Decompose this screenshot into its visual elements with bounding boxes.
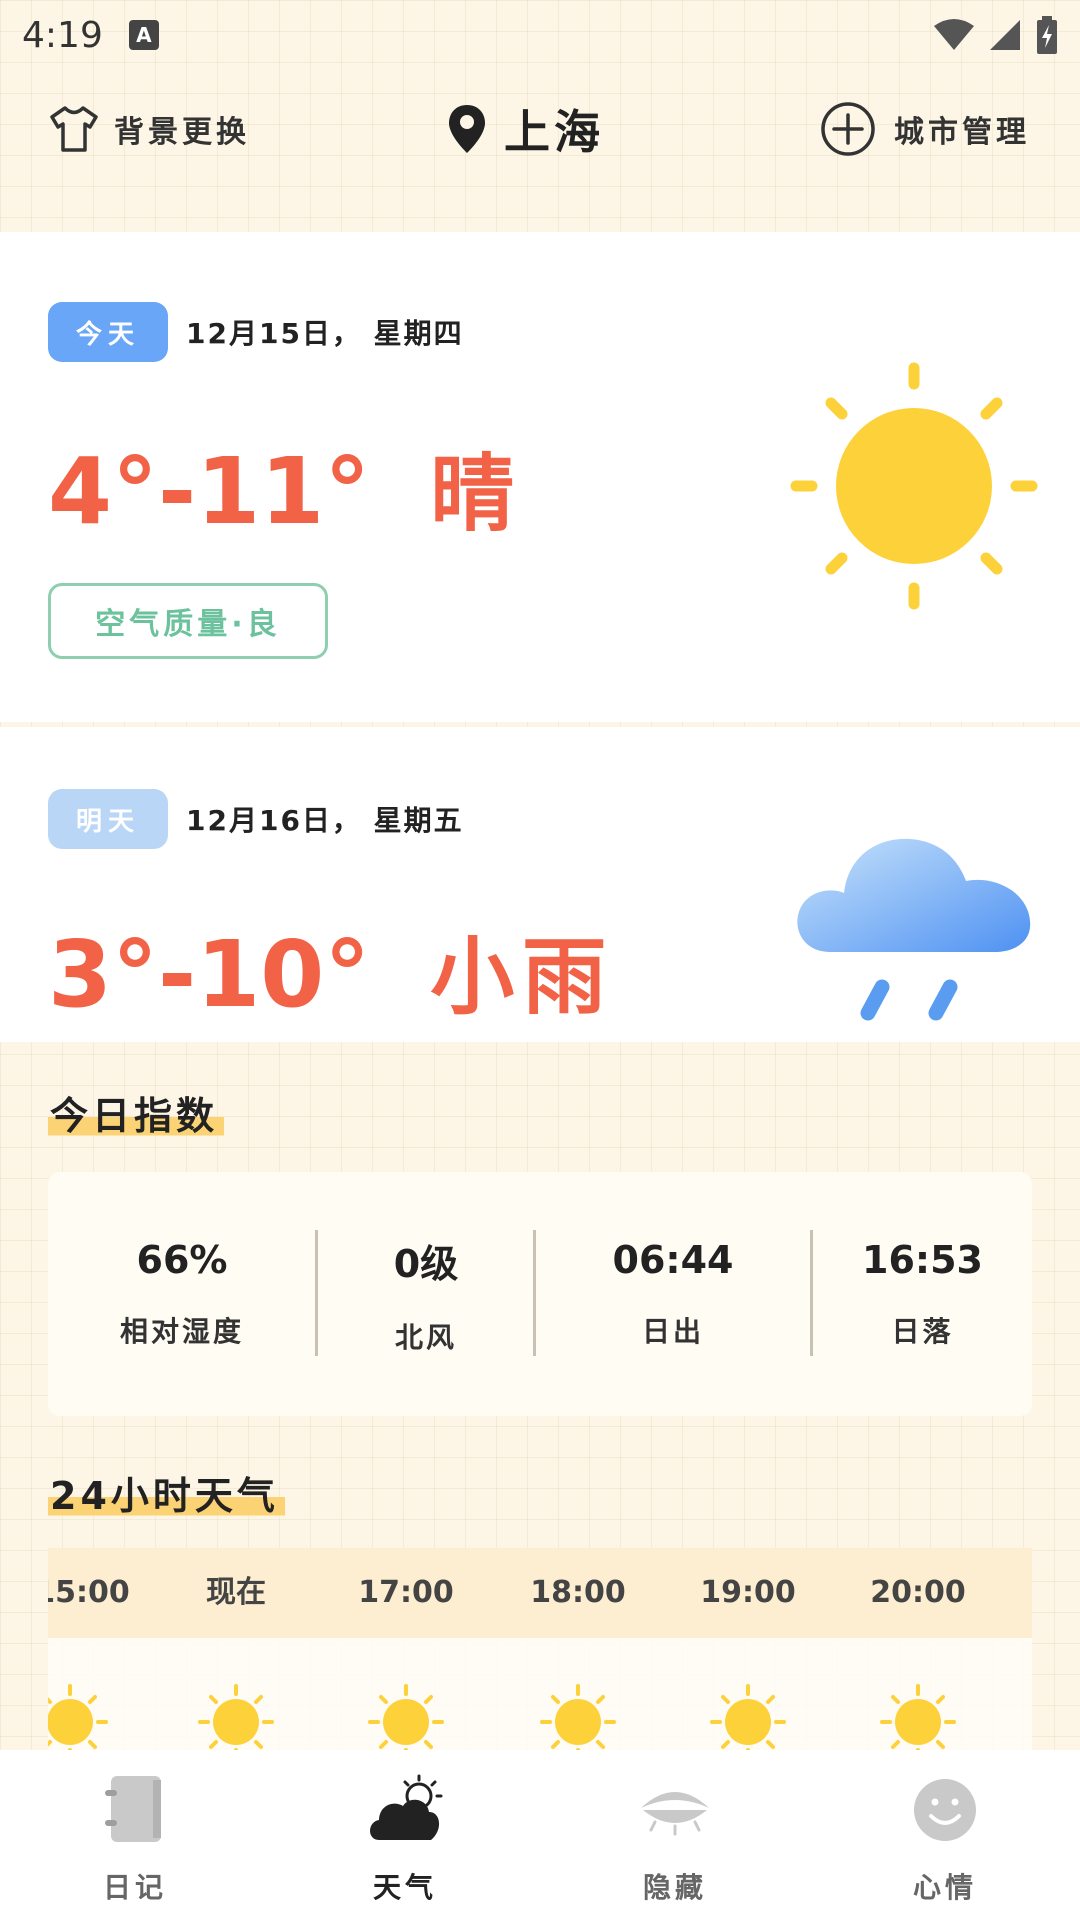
city-name: 上海 [504,105,604,159]
humidity-value: 66% [136,1238,228,1282]
tomorrow-temperature-line: 3°-10° 小雨 [48,910,614,1031]
index-sunset: 16:53 日落 [813,1172,1032,1416]
nav-label-diary: 日记 [102,1871,167,1904]
index-humidity: 66% 相对湿度 [48,1172,316,1416]
nav-item-diary[interactable]: 日记 [35,1750,235,1920]
today-condition: 晴 [430,445,523,543]
nav-label-weather: 天气 [372,1871,437,1904]
signal-icon [990,20,1020,50]
wind-value: 0级 [393,1241,459,1286]
top-header: 背景更换 上海 城市管理 [0,84,1080,174]
sun-icon [710,1684,786,1750]
battery-icon [1037,16,1057,54]
status-time: 4:19 [22,14,103,56]
a-icon: A [128,20,159,50]
city-selector[interactable]: 上海 [446,96,604,162]
sunset-value: 16:53 [862,1238,983,1282]
air-quality-badge[interactable]: 空气质量·良 [48,583,328,659]
bottom-nav: 日记 天气 隐藏 心情 [0,1750,1080,1920]
hidden-icon [641,1792,709,1836]
sun-icon [48,1684,108,1750]
sun-icon [198,1684,274,1750]
today-weather-card[interactable]: 今天 12月15日， 星期四 4°-11° 晴 空气质量·良 [0,232,1080,722]
today-temperature: 4°-11° [48,438,371,545]
index-sunrise: 06:44 日出 [536,1172,810,1416]
nav-label-hidden: 隐藏 [642,1871,707,1904]
sun-icon [368,1684,444,1750]
tomorrow-date: 12月16日， 星期五 [186,804,464,837]
sunrise-value: 06:44 [612,1238,734,1282]
hour-label: 现在 [206,1575,266,1610]
hour-label: 17:00 [358,1575,454,1610]
nav-item-weather[interactable]: 天气 [305,1750,505,1920]
today-badge: 今天 [48,302,168,362]
diary-icon [105,1776,161,1842]
city-manage-label: 城市管理 [894,115,1030,150]
weather-icon [370,1774,443,1840]
hourly-icon-row[interactable] [48,1638,1032,1750]
nav-item-hidden[interactable]: 隐藏 [575,1750,775,1920]
sunrise-label: 日出 [641,1315,704,1348]
status-icons [934,16,1058,54]
indices-title: 今日指数 [48,1085,225,1140]
today-date-row: 今天 12月15日， 星期四 [48,302,464,362]
tomorrow-condition: 小雨 [430,928,615,1026]
sun-icon [790,362,1038,610]
today-temperature-line: 4°-11° 晴 [48,427,522,548]
location-pin-icon [449,105,485,153]
hour-label: 20:00 [870,1575,966,1610]
hourly-time-row[interactable]: 15:00 现在 17:00 18:00 19:00 20:00 [48,1548,1032,1638]
hour-label: 18:00 [530,1575,626,1610]
index-wind: 0级 北风 [318,1172,534,1416]
nav-item-mood[interactable]: 心情 [845,1750,1045,1920]
sun-icon [540,1684,616,1750]
change-background-label: 背景更换 [114,115,250,150]
tomorrow-badge: 明天 [48,789,168,849]
hour-label: 19:00 [700,1575,796,1610]
rain-cloud-icon [797,838,1031,1021]
tomorrow-date-row: 明天 12月16日， 星期五 [48,789,464,849]
sun-icon [880,1684,956,1750]
tomorrow-weather-card[interactable]: 明天 12月16日， 星期五 3°-10° 小雨 [0,727,1080,1042]
hourly-title: 24小时天气 [48,1465,285,1520]
add-circle-icon [821,102,875,156]
mood-icon [914,1779,976,1841]
humidity-label: 相对湿度 [119,1315,244,1348]
hour-label: 15:00 [48,1575,130,1610]
wind-label: 北风 [394,1320,457,1354]
city-manage-button[interactable]: 城市管理 [820,101,1030,157]
nav-label-mood: 心情 [912,1871,977,1904]
status-bar: 4:19 A [0,0,1080,70]
tomorrow-temperature: 3°-10° [48,921,371,1028]
sunset-label: 日落 [891,1315,954,1348]
today-date: 12月15日， 星期四 [186,317,464,350]
wifi-icon [934,19,974,50]
change-background-button[interactable]: 背景更换 [48,105,250,153]
shirt-icon [50,106,98,152]
indices-panel: 66% 相对湿度 0级 北风 06:44 日出 16:53 日落 [48,1172,1032,1416]
